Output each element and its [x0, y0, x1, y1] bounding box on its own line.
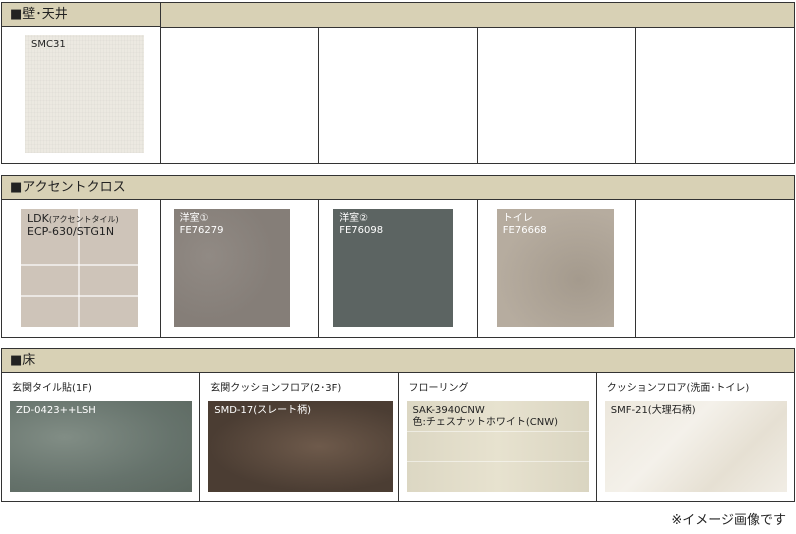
- swatch-code: SMF-21(大理石柄): [610, 405, 696, 416]
- floor-caption: 玄関タイル貼(1F): [12, 383, 92, 394]
- swatch-smf-21: SMF-21(大理石柄): [604, 401, 787, 492]
- image-note: ※イメージ画像です: [671, 513, 786, 528]
- swatch-code: SMC31: [31, 39, 66, 50]
- swatch-label: SAK-3940CNW 色:チェスナットホワイト(CNW): [412, 405, 559, 428]
- swatch-label: トイレ FE76668: [502, 213, 547, 236]
- swatch-label: 洋室① FE76279: [179, 213, 224, 236]
- empty-cell: [478, 27, 637, 163]
- wall-ceiling-header: ■壁･天井: [2, 3, 161, 27]
- floor-header: ■床: [2, 349, 794, 373]
- swatch-fe76668: トイレ FE76668: [496, 209, 614, 327]
- floor-cell-entrance-tile: 玄関タイル貼(1F) ZD-0423++LSH: [2, 373, 201, 501]
- floor-cell-flooring: フローリング SAK-3940CNW 色:チェスナットホワイト(CNW): [399, 373, 597, 501]
- swatch-fe76098: 洋室② FE76098: [333, 209, 454, 327]
- accent-cell-room2: 洋室② FE76098: [319, 200, 478, 337]
- floor-cell-cushion-floor: クッションフロア(洗面･トイレ) SMF-21(大理石柄): [597, 373, 794, 501]
- swatch-fe76279: 洋室① FE76279: [173, 209, 290, 327]
- empty-cell: [636, 27, 794, 163]
- accent-cloth-grid: LDK(アクセントタイル) ECP-630/STG1N 洋室① FE76279 …: [2, 200, 794, 337]
- wall-ceiling-section: ■壁･天井 SMC31: [1, 2, 795, 164]
- accent-cell-ldk: LDK(アクセントタイル) ECP-630/STG1N: [2, 200, 161, 337]
- accent-cloth-section: ■アクセントクロス LDK(アクセントタイル) ECP-630/STG1N 洋室…: [1, 175, 795, 338]
- swatch-label: 洋室② FE76098: [339, 213, 384, 236]
- empty-cell: [161, 27, 320, 163]
- accent-cell-room1: 洋室① FE76279: [161, 200, 320, 337]
- floor-cell-entrance-cushion: 玄関クッションフロア(2･3F) SMD-17(スレート柄): [200, 373, 399, 501]
- swatch-sak-3940cnw: SAK-3940CNW 色:チェスナットホワイト(CNW): [406, 401, 589, 492]
- wall-ceiling-header-fill: [161, 3, 794, 28]
- floor-section: ■床 玄関タイル貼(1F) ZD-0423++LSH 玄関クッションフロア(2･…: [1, 348, 795, 502]
- floor-caption: フローリング: [408, 383, 469, 394]
- wall-ceiling-cell: SMC31: [2, 27, 161, 163]
- swatch-zd-0423: ZD-0423++LSH: [10, 401, 192, 492]
- swatch-code: SMD-17(スレート柄): [214, 405, 312, 416]
- wall-ceiling-grid: SMC31: [2, 27, 794, 163]
- accent-cell-toilet: トイレ FE76668: [478, 200, 637, 337]
- swatch-ecp-630: LDK(アクセントタイル) ECP-630/STG1N: [21, 209, 138, 327]
- swatch-smc31: SMC31: [25, 35, 144, 153]
- floor-grid: 玄関タイル貼(1F) ZD-0423++LSH 玄関クッションフロア(2･3F)…: [2, 373, 794, 501]
- floor-caption: クッションフロア(洗面･トイレ): [606, 383, 750, 394]
- floor-caption: 玄関クッションフロア(2･3F): [210, 383, 342, 394]
- swatch-label: LDK(アクセントタイル) ECP-630/STG1N: [27, 212, 119, 238]
- empty-cell: [319, 27, 478, 163]
- swatch-smd-17: SMD-17(スレート柄): [208, 401, 394, 492]
- accent-cloth-header: ■アクセントクロス: [2, 176, 794, 200]
- swatch-code: ZD-0423++LSH: [16, 405, 96, 416]
- empty-cell: [636, 200, 794, 337]
